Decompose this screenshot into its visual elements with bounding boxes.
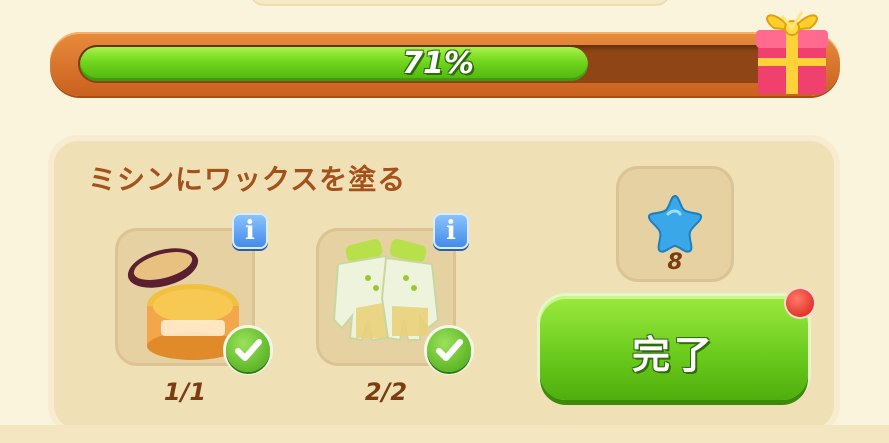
progress-label: 71% — [402, 46, 474, 81]
top-tab — [250, 0, 670, 4]
complete-button-label: 完了 — [631, 333, 716, 377]
check-badge-wax — [226, 328, 270, 372]
item-count-wax: 1/1 — [163, 378, 207, 406]
item-count-gloves: 2/2 — [364, 378, 408, 406]
task-title: ミシンにワックスを塗る — [88, 163, 407, 196]
checkmark-icon — [436, 339, 463, 361]
checkmark-icon — [235, 339, 262, 361]
notification-dot — [786, 289, 814, 317]
info-button-wax[interactable]: i — [232, 213, 268, 249]
progress-track: 71% — [78, 45, 798, 83]
complete-button[interactable]: 完了 — [540, 296, 808, 400]
check-badge-gloves — [427, 328, 471, 372]
progress-bar: 71% — [50, 32, 840, 96]
info-button-gloves[interactable]: i — [433, 213, 469, 249]
gift-box-icon[interactable] — [752, 2, 832, 98]
bottom-strip — [0, 425, 889, 443]
reward-count: 8 — [667, 250, 683, 275]
